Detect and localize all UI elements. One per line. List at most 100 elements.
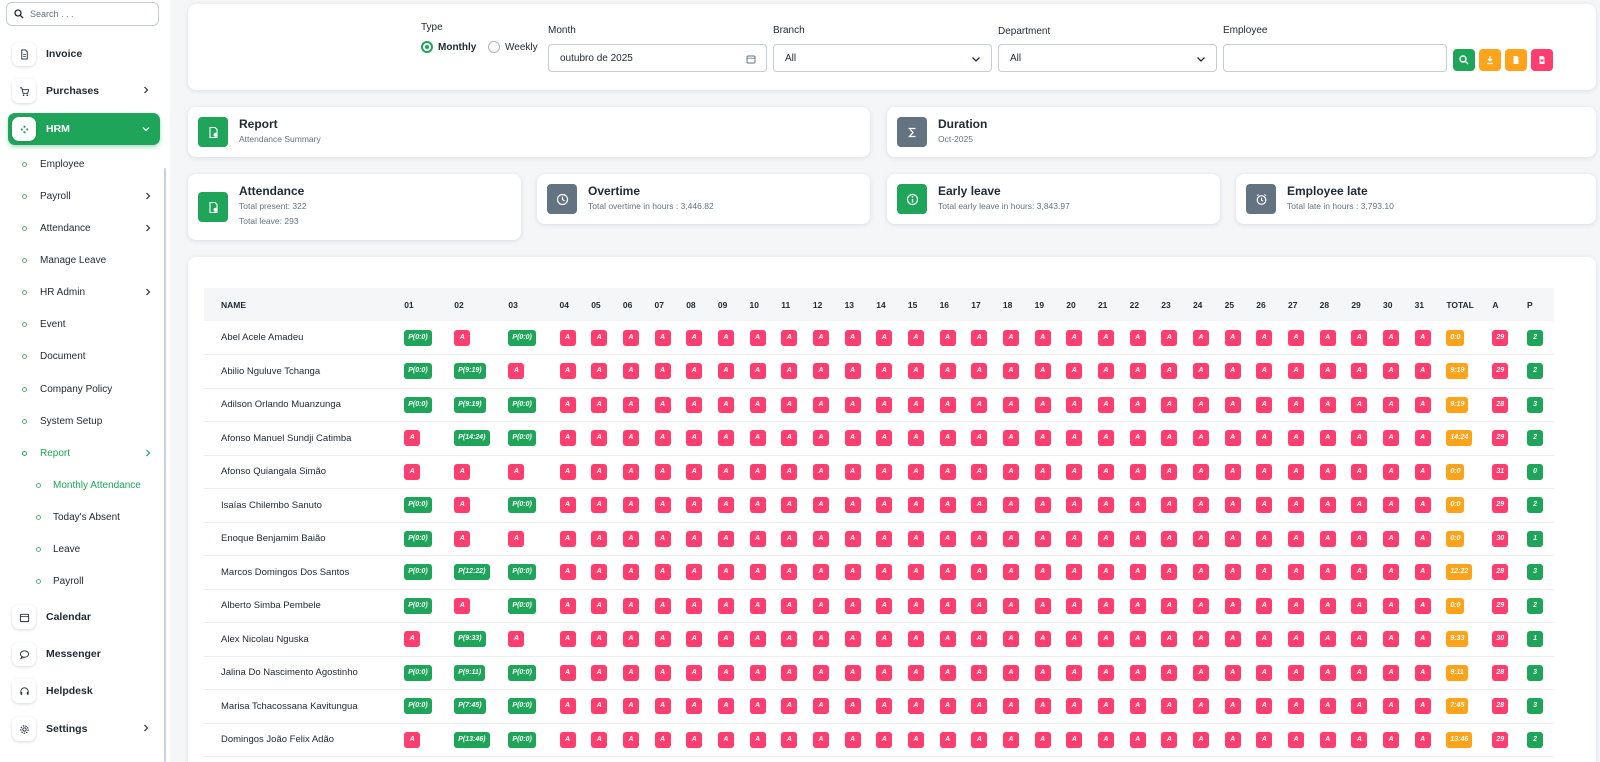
status-badge: A bbox=[971, 329, 988, 346]
status-badge: A bbox=[717, 664, 734, 681]
nav-system-setup[interactable]: System Setup bbox=[22, 411, 152, 431]
table-row[interactable]: Marisa Tchacossana Kavitungua P(0:0) P(7:4… bbox=[204, 689, 1554, 724]
status-badge: A bbox=[971, 597, 988, 614]
table-cell: P(0:0) bbox=[400, 388, 451, 422]
table-cell: 2 bbox=[1523, 421, 1554, 456]
status-badge: A bbox=[1161, 631, 1178, 648]
status-badge: A bbox=[591, 664, 608, 681]
status-badge: 29 bbox=[1492, 731, 1509, 748]
search-box[interactable] bbox=[6, 2, 159, 26]
nav-event[interactable]: Event bbox=[22, 314, 152, 334]
nav-hr-admin[interactable]: HR Admin bbox=[22, 282, 152, 302]
table-cell: A bbox=[1347, 589, 1379, 623]
nav-monthly-attendance[interactable]: Monthly Attendance bbox=[36, 475, 156, 495]
nav-todays-absent[interactable]: Today's Absent bbox=[36, 507, 156, 527]
table-row[interactable]: Alberto Simba Pembele P(0:0) A P(0:0) A A A A A A… bbox=[204, 589, 1554, 623]
export-file-button[interactable] bbox=[1505, 49, 1527, 71]
table-cell: A bbox=[1093, 589, 1126, 623]
nav-employee[interactable]: Employee bbox=[22, 154, 152, 174]
monthly-radio[interactable]: Monthly bbox=[421, 41, 476, 53]
nav-settings[interactable]: Settings bbox=[8, 714, 160, 744]
status-badge: A bbox=[508, 530, 525, 547]
nav-report[interactable]: Report bbox=[22, 443, 152, 463]
table-cell: A bbox=[1062, 555, 1094, 590]
nav-helpdesk[interactable]: Helpdesk bbox=[8, 676, 160, 706]
table-row[interactable]: Alex Nicolau Nguska A P(9:33) A A A A A A A A A A A A A… bbox=[204, 622, 1554, 657]
status-badge: 1 bbox=[1527, 631, 1544, 648]
nav-manage-leave[interactable]: Manage Leave bbox=[22, 250, 152, 270]
table-cell: A bbox=[1378, 421, 1411, 456]
nav-invoice[interactable]: Invoice bbox=[8, 39, 160, 69]
weekly-radio[interactable]: Weekly bbox=[488, 41, 538, 53]
sidebar-scrollbar[interactable] bbox=[164, 168, 166, 762]
status-badge: A bbox=[1097, 631, 1114, 648]
table-cell: A bbox=[903, 488, 936, 523]
table-cell: A bbox=[998, 622, 1031, 657]
employee-select[interactable] bbox=[1223, 44, 1447, 72]
status-badge: 9:19 bbox=[1446, 396, 1469, 413]
table-row[interactable]: Isaías Chilembo Sanuto P(0:0) A P(0:0) A A A A A… bbox=[204, 488, 1554, 523]
status-badge: A bbox=[939, 731, 956, 748]
column-header: 24 bbox=[1188, 288, 1221, 321]
table-cell: A bbox=[840, 388, 873, 422]
table-cell: A bbox=[808, 421, 841, 456]
nav-payroll[interactable]: Payroll bbox=[22, 186, 152, 206]
table-cell: A bbox=[1188, 354, 1221, 389]
alarm-icon bbox=[1246, 184, 1276, 214]
status-badge: A bbox=[1382, 329, 1399, 346]
table-cell: A bbox=[682, 321, 714, 355]
status-badge: A bbox=[1192, 731, 1209, 748]
nav-document[interactable]: Document bbox=[22, 346, 152, 366]
status-badge: A bbox=[907, 564, 924, 581]
status-badge: 30 bbox=[1492, 530, 1509, 547]
table-row[interactable]: Domingos João Felix Adão A P(13:46) P(0:0) A… bbox=[204, 723, 1554, 757]
download-button[interactable] bbox=[1479, 49, 1501, 71]
export-pdf-button[interactable] bbox=[1531, 49, 1553, 71]
table-cell: A bbox=[1378, 488, 1411, 523]
table-cell: P(0:0) bbox=[504, 321, 556, 355]
table-cell: A bbox=[935, 723, 968, 757]
nav-hrm[interactable]: HRM bbox=[8, 113, 160, 145]
table-row[interactable]: Marcos Domingos Dos Santos P(0:0) P(12:22)… bbox=[204, 555, 1554, 590]
status-badge: A bbox=[1287, 363, 1304, 380]
table-cell: A bbox=[650, 689, 683, 724]
nav-attendance[interactable]: Attendance bbox=[22, 218, 152, 238]
nav-report-payroll[interactable]: Payroll bbox=[36, 571, 156, 591]
calendar-icon bbox=[746, 55, 756, 64]
table-row[interactable]: Enoque Benjamim Baião P(0:0) A A A A A A A A A A A A A… bbox=[204, 522, 1554, 556]
search-input[interactable] bbox=[30, 9, 150, 19]
table-row[interactable]: Adilson Orlando Muanzunga P(0:0) P(9:19) P(… bbox=[204, 388, 1554, 422]
table-row[interactable]: Afonso Manuel Sundji Catimba A P(14:24) P(0… bbox=[204, 421, 1554, 456]
status-badge: A bbox=[876, 731, 893, 748]
status-badge: A bbox=[1414, 363, 1431, 380]
search-button[interactable] bbox=[1453, 49, 1475, 71]
employee-name: Marcos Domingos Dos Santos bbox=[204, 555, 401, 590]
department-select[interactable]: All bbox=[998, 44, 1217, 72]
table-row[interactable]: Afonso Quiangala Simão A A A A A A A A A A A A A A A A A A… bbox=[204, 455, 1554, 489]
nav-monthly-attendance-label: Monthly Attendance bbox=[53, 479, 141, 491]
table-row[interactable]: Abilio Nguluve Tchanga P(0:0) P(9:19) A A A A A… bbox=[204, 354, 1554, 389]
nav-company-policy[interactable]: Company Policy bbox=[22, 379, 152, 399]
table-cell: A bbox=[618, 689, 651, 724]
month-picker[interactable]: outubro de 2025 bbox=[548, 44, 767, 72]
nav-messenger[interactable]: Messenger bbox=[8, 639, 160, 669]
status-badge: P(0:0) bbox=[508, 329, 536, 346]
branch-select[interactable]: All bbox=[773, 44, 992, 72]
table-cell: A bbox=[998, 723, 1031, 757]
status-badge: A bbox=[1161, 698, 1178, 715]
status-badge: 12:22 bbox=[1446, 564, 1473, 581]
status-badge: A bbox=[844, 664, 861, 681]
nav-purchases[interactable]: Purchases bbox=[8, 76, 160, 106]
table-cell: A bbox=[1188, 455, 1221, 489]
status-badge: A bbox=[876, 363, 893, 380]
status-badge: A bbox=[1066, 698, 1083, 715]
status-badge: A bbox=[1382, 731, 1399, 748]
column-header: 01 bbox=[400, 288, 451, 321]
nav-calendar[interactable]: Calendar bbox=[8, 602, 160, 632]
status-badge: A bbox=[1161, 329, 1178, 346]
table-row[interactable]: Abel Acele Amadeu P(0:0) A P(0:0) A A A A A A A A A A… bbox=[204, 321, 1554, 355]
nav-leave[interactable]: Leave bbox=[36, 539, 156, 559]
table-cell: A bbox=[555, 421, 588, 456]
table-row[interactable]: Jalina Do Nascimento Agostinho P(0:0) P(9:… bbox=[204, 656, 1554, 690]
status-badge: A bbox=[1319, 396, 1336, 413]
